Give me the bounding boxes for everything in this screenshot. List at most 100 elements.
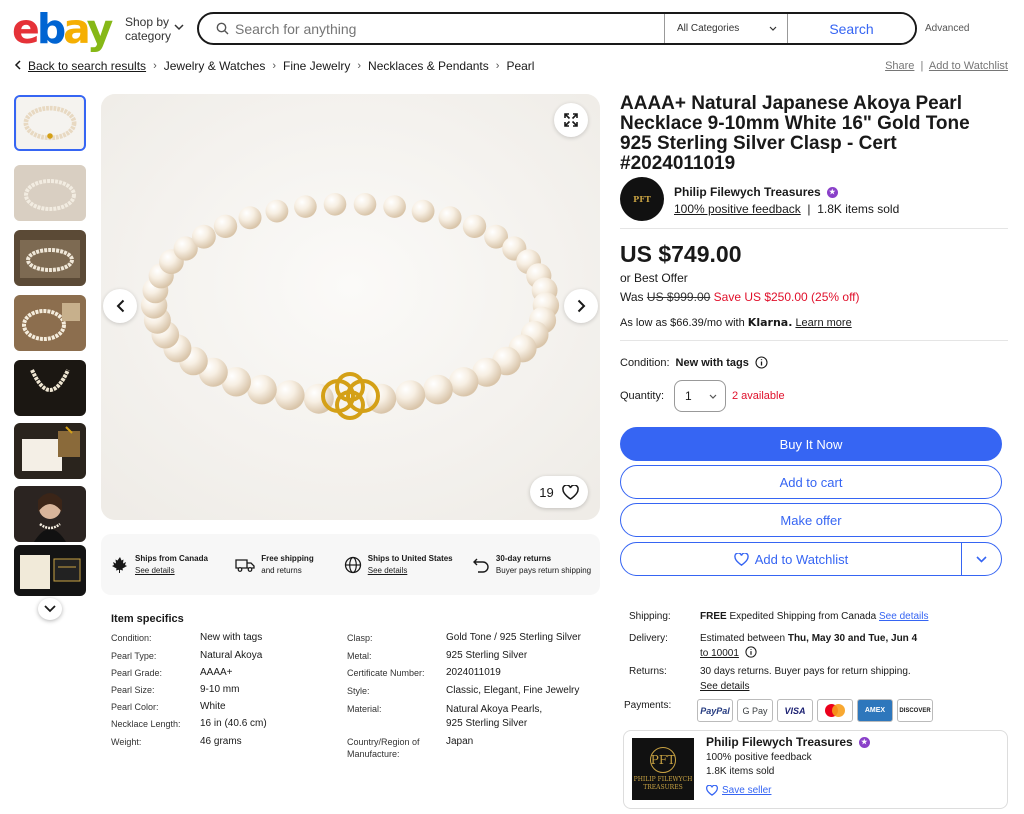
see-details-link[interactable]: See details bbox=[135, 566, 175, 575]
breadcrumb-item[interactable]: Necklaces & Pendants bbox=[368, 59, 489, 73]
category-select[interactable]: All Categories bbox=[664, 14, 787, 43]
previous-image-button[interactable] bbox=[103, 289, 137, 323]
learn-more-link[interactable]: Learn more bbox=[795, 317, 851, 329]
payments-label: Payments: bbox=[624, 700, 672, 711]
google-pay-icon: G Pay bbox=[737, 699, 773, 722]
chevron-down-icon[interactable] bbox=[174, 22, 184, 34]
spec-label: Pearl Size: bbox=[111, 685, 155, 695]
delivery-value: Estimated between Thu, May 30 and Tue, J… bbox=[700, 633, 918, 659]
mastercard-icon bbox=[817, 699, 853, 722]
seller-name[interactable]: Philip Filewych Treasures ★ bbox=[674, 185, 838, 199]
thumbnail[interactable] bbox=[14, 486, 86, 542]
listing-title: AAAA+ Natural Japanese Akoya Pearl Neckl… bbox=[620, 93, 970, 174]
watchlist-link[interactable]: Add to Watchlist bbox=[929, 60, 1008, 72]
chevron-down-icon[interactable] bbox=[38, 598, 62, 620]
chevron-right-icon: › bbox=[357, 60, 362, 72]
divider bbox=[620, 228, 1008, 229]
visa-icon: VISA bbox=[777, 699, 813, 722]
thumbnail[interactable] bbox=[14, 165, 86, 221]
info-icon[interactable] bbox=[745, 646, 757, 658]
amex-icon: AMEX bbox=[857, 699, 893, 722]
spec-label: Pearl Grade: bbox=[111, 668, 163, 678]
breadcrumb-item[interactable]: Fine Jewelry bbox=[283, 59, 350, 73]
shop-by-category[interactable]: Shop by category bbox=[125, 15, 171, 43]
spec-value: 925 Sterling Silver bbox=[446, 650, 528, 661]
expand-icon[interactable] bbox=[554, 103, 588, 137]
globe-icon bbox=[344, 556, 361, 573]
chevron-down-icon bbox=[976, 555, 987, 563]
add-to-cart-button[interactable]: Add to cart bbox=[620, 465, 1002, 499]
pearl bbox=[411, 199, 435, 223]
make-offer-button[interactable]: Make offer bbox=[620, 503, 1002, 537]
buy-it-now-button[interactable]: Buy It Now bbox=[620, 427, 1002, 461]
breadcrumb-item[interactable]: Pearl bbox=[506, 59, 534, 73]
klarna-logo: Klarna. bbox=[747, 316, 793, 329]
seller-logo[interactable]: PFT PHILIP FILEWYCH TREASURES bbox=[632, 738, 694, 800]
chevron-right-icon: › bbox=[272, 60, 276, 72]
spec-value: Japan bbox=[446, 736, 474, 747]
search-button[interactable]: Search bbox=[787, 14, 915, 43]
delivery-label: Delivery: bbox=[629, 633, 668, 644]
spec-value: Natural Akoya bbox=[200, 650, 263, 661]
chevron-left-icon[interactable] bbox=[14, 59, 21, 73]
search-icon bbox=[199, 14, 229, 43]
share-link[interactable]: Share bbox=[885, 60, 914, 72]
seller-avatar[interactable]: PFT bbox=[620, 177, 664, 221]
pearl bbox=[462, 214, 487, 238]
pearl bbox=[238, 206, 262, 230]
ships-from-item: Ships from Canada See details bbox=[111, 553, 229, 577]
advanced-search-link[interactable]: Advanced bbox=[925, 23, 969, 34]
price: US $749.00 bbox=[620, 241, 742, 267]
pearl bbox=[265, 199, 289, 223]
chevron-right-icon: › bbox=[495, 60, 500, 72]
thumbnail[interactable] bbox=[14, 423, 86, 479]
thumbnail[interactable] bbox=[14, 295, 86, 351]
info-icon[interactable] bbox=[755, 356, 768, 369]
spec-label: Certificate Number: bbox=[347, 668, 425, 678]
spec-value: 16 in (40.6 cm) bbox=[200, 718, 267, 729]
seller-feedback: 100% positive feedback | 1.8K items sold bbox=[674, 202, 900, 216]
quantity-label: Quantity: bbox=[620, 390, 665, 402]
spec-value: 46 grams bbox=[200, 736, 242, 747]
watchlist-dropdown[interactable] bbox=[961, 543, 1001, 575]
returns-details-link[interactable]: See details bbox=[700, 681, 749, 692]
spec-value: White bbox=[200, 701, 226, 712]
back-to-results-link[interactable]: Back to search results bbox=[28, 59, 146, 73]
thumbnail[interactable] bbox=[14, 360, 86, 416]
truck-icon bbox=[235, 558, 255, 572]
pearl bbox=[192, 224, 216, 249]
spec-label: Country/Region of Manufacture: bbox=[347, 737, 420, 759]
see-details-link[interactable]: See details bbox=[368, 566, 408, 575]
spec-label: Necklace Length: bbox=[111, 719, 181, 729]
returns-value: 30 days returns. Buyer pays for return s… bbox=[700, 666, 911, 692]
shipping-summary: Ships from Canada See details Free shippi… bbox=[101, 534, 600, 595]
thumbnail[interactable] bbox=[14, 95, 86, 151]
thumbnail[interactable] bbox=[14, 545, 86, 596]
seller-card-name[interactable]: Philip Filewych Treasures ★ bbox=[706, 735, 870, 749]
zip-link[interactable]: to 10001 bbox=[700, 648, 739, 659]
returns-label: Returns: bbox=[629, 666, 667, 677]
ebay-logo[interactable]: ebay bbox=[12, 6, 113, 52]
feedback-link[interactable]: 100% positive feedback bbox=[674, 202, 801, 216]
quantity-select[interactable]: 1 bbox=[674, 380, 726, 412]
shipping-details-link[interactable]: See details bbox=[879, 611, 928, 622]
spec-label: Pearl Type: bbox=[111, 651, 157, 661]
returns-item: 30-day returns Buyer pays return shipping bbox=[472, 553, 600, 577]
pearl bbox=[449, 367, 479, 397]
spec-label: Pearl Color: bbox=[111, 702, 159, 712]
share-watchlist-links: Share | Add to Watchlist bbox=[885, 60, 1008, 72]
spec-value: 2024011019 bbox=[446, 667, 501, 678]
save-seller-link[interactable]: Save seller bbox=[706, 785, 771, 796]
watchers-count[interactable]: 19 bbox=[530, 476, 588, 508]
search-input[interactable] bbox=[229, 14, 664, 43]
heart-icon bbox=[561, 484, 579, 500]
thumbnail[interactable] bbox=[14, 230, 86, 286]
add-to-watchlist-button[interactable]: Add to Watchlist bbox=[620, 542, 1002, 576]
breadcrumb-item[interactable]: Jewelry & Watches bbox=[164, 59, 266, 73]
spec-value: New with tags bbox=[200, 632, 263, 643]
main-product-image[interactable] bbox=[101, 94, 600, 520]
spec-label: Weight: bbox=[111, 737, 142, 747]
chevron-left-icon bbox=[116, 299, 124, 313]
spec-label: Material: bbox=[347, 704, 382, 714]
next-image-button[interactable] bbox=[564, 289, 598, 323]
